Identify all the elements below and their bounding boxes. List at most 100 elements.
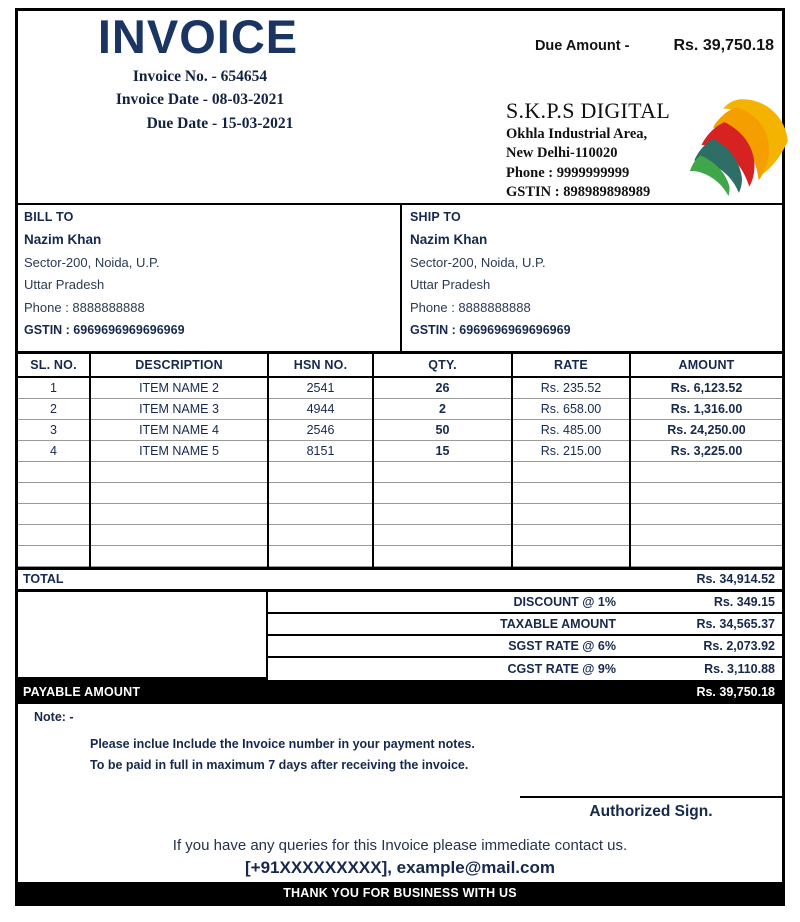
tax-row-label: TAXABLE AMOUNT [500,616,616,631]
cell-empty [512,503,631,525]
queries-text: If you have any queries for this Invoice… [172,837,628,854]
company-address-line2: New Delhi-110020 [506,145,618,162]
cell-empty [512,482,631,504]
note-line-1: Please inclue Include the Invoice number… [90,736,475,751]
due-amount-value: Rs. 39,750.18 [673,37,774,54]
table-row: 1 ITEM NAME 2 2541 26 Rs. 235.52 Rs. 6,123.52 [18,377,782,399]
cell-hsn: 2546 [268,419,374,441]
invoice-header: INVOICE Invoice No. - 654654 Invoice Dat… [18,11,788,203]
cell-qty: 50 [373,419,513,441]
bill-to-name: Nazim Khan [24,232,102,247]
column-header-rate: RATE [512,354,631,378]
cell-qty: 15 [373,440,513,462]
tax-block: DISCOUNT @ 1% Rs. 349.15 TAXABLE AMOUNT Rs.… [18,591,782,680]
notes-section: Note: - Please inclue Include the Invoic… [18,701,782,883]
tax-row: CGST RATE @ 9% Rs. 3,110.88 [268,658,782,680]
tax-spacer-cell [18,591,268,680]
ship-to-state: Uttar Pradesh [410,277,491,293]
column-header-amount: AMOUNT [630,354,782,378]
company-address-line1: Okhla Industrial Area, [506,126,648,143]
cell-empty [373,503,513,525]
cell-hsn: 2541 [268,377,374,399]
tax-row-label: SGST RATE @ 6% [508,638,616,653]
cell-rate: Rs. 235.52 [512,377,631,399]
line-items-body: 1 ITEM NAME 2 2541 26 Rs. 235.52 Rs. 6,123.52… [18,377,782,567]
tax-row: SGST RATE @ 6% Rs. 2,073.92 [268,636,782,658]
company-details: Okhla Industrial Area, New Delhi-110020 … [506,125,782,202]
tax-rows: DISCOUNT @ 1% Rs. 349.15 TAXABLE AMOUNT Rs.… [268,592,782,680]
note-heading: Note: - [34,709,74,724]
tax-row-value: Rs. 2,073.92 [703,638,775,653]
cell-sl: 3 [18,419,91,441]
payable-amount-value: Rs. 39,750.18 [696,684,775,699]
table-header-row: SL. NO. DESCRIPTION HSN NO. QTY. RATE AM… [18,354,782,378]
cell-empty [268,482,374,504]
invoice-date-line: Invoice Date - 08-03-2021 [115,91,285,109]
table-row-empty [18,545,782,567]
ship-to-name: Nazim Khan [410,232,488,247]
cell-sl: 2 [18,398,91,420]
invoice-title-block: INVOICE Invoice No. - 654654 Invoice Dat… [18,13,378,136]
cell-empty [268,545,374,567]
invoice-document: INVOICE Invoice No. - 654654 Invoice Dat… [15,8,788,906]
cell-empty [630,482,782,504]
bill-to-heading: BILL TO [24,210,74,224]
table-row: 4 ITEM NAME 5 8151 15 Rs. 215.00 Rs. 3,225.00 [18,440,782,462]
tax-row: TAXABLE AMOUNT Rs. 34,565.37 [268,614,782,636]
thank-you-bar: THANK YOU FOR BUSINESS WITH US [18,882,782,903]
cell-empty [630,545,782,567]
payable-amount-bar: PAYABLE AMOUNT Rs. 39,750.18 [18,679,782,702]
total-value: Rs. 34,914.52 [696,572,775,586]
cell-empty [18,461,91,483]
contact-area: If you have any queries for this Invoice… [18,837,782,878]
ship-to-gstin: GSTIN : 6969696969696969 [410,323,571,338]
line-items-table: SL. NO. DESCRIPTION HSN NO. QTY. RATE AM… [18,354,782,567]
cell-empty [373,545,513,567]
due-amount-label: Due Amount - [534,38,630,54]
total-row: TOTAL Rs. 34,914.52 [18,570,782,592]
cell-amount: Rs. 1,316.00 [630,398,782,420]
column-header-desc: DESCRIPTION [90,354,269,378]
cell-sl: 4 [18,440,91,462]
signature-label: Authorized Sign. [589,802,713,820]
cell-empty [630,503,782,525]
tax-row: DISCOUNT @ 1% Rs. 349.15 [268,592,782,614]
cell-amount: Rs. 24,250.00 [630,419,782,441]
due-amount-summary: Due Amount - Rs. 39,750.18 [535,37,774,55]
cell-empty [18,524,91,546]
cell-description: ITEM NAME 4 [90,419,269,441]
note-line-2: To be paid in full in maximum 7 days aft… [90,758,469,773]
bill-to-state: Uttar Pradesh [24,277,105,293]
ship-to-block: SHIP TO Nazim Khan Sector-200, Noida, U.… [400,205,782,351]
page-title: INVOICE [97,10,299,63]
cell-empty [373,482,513,504]
bill-to-address: Sector-200, Noida, U.P. [24,255,160,270]
cell-description: ITEM NAME 2 [90,377,269,399]
cell-empty [18,545,91,567]
cell-hsn: 4944 [268,398,374,420]
tax-row-label: DISCOUNT @ 1% [513,594,616,609]
cell-empty [512,461,631,483]
cell-empty [90,482,269,504]
cell-empty [90,503,269,525]
table-row-empty [18,524,782,546]
bill-to-block: BILL TO Nazim Khan Sector-200, Noida, U.… [18,205,400,351]
signature-area: Authorized Sign. [520,795,782,821]
cell-description: ITEM NAME 5 [90,440,269,462]
cell-qty: 26 [373,377,513,399]
cell-empty [630,461,782,483]
tax-row-value: Rs. 3,110.88 [704,661,775,676]
cell-empty [268,503,374,525]
bill-to-gstin: GSTIN : 6969696969696969 [24,323,185,338]
line-items-section: SL. NO. DESCRIPTION HSN NO. QTY. RATE AM… [18,351,782,570]
cell-hsn: 8151 [268,440,374,462]
cell-qty: 2 [373,398,513,420]
table-row-empty [18,461,782,483]
tax-row-label: CGST RATE @ 9% [507,661,617,676]
ship-to-address: Sector-200, Noida, U.P. [410,255,546,270]
tax-row-value: Rs. 34,565.37 [696,616,775,631]
cell-description: ITEM NAME 3 [90,398,269,420]
tax-row-value: Rs. 349.15 [713,594,775,609]
cell-empty [512,545,631,567]
cell-empty [18,482,91,504]
